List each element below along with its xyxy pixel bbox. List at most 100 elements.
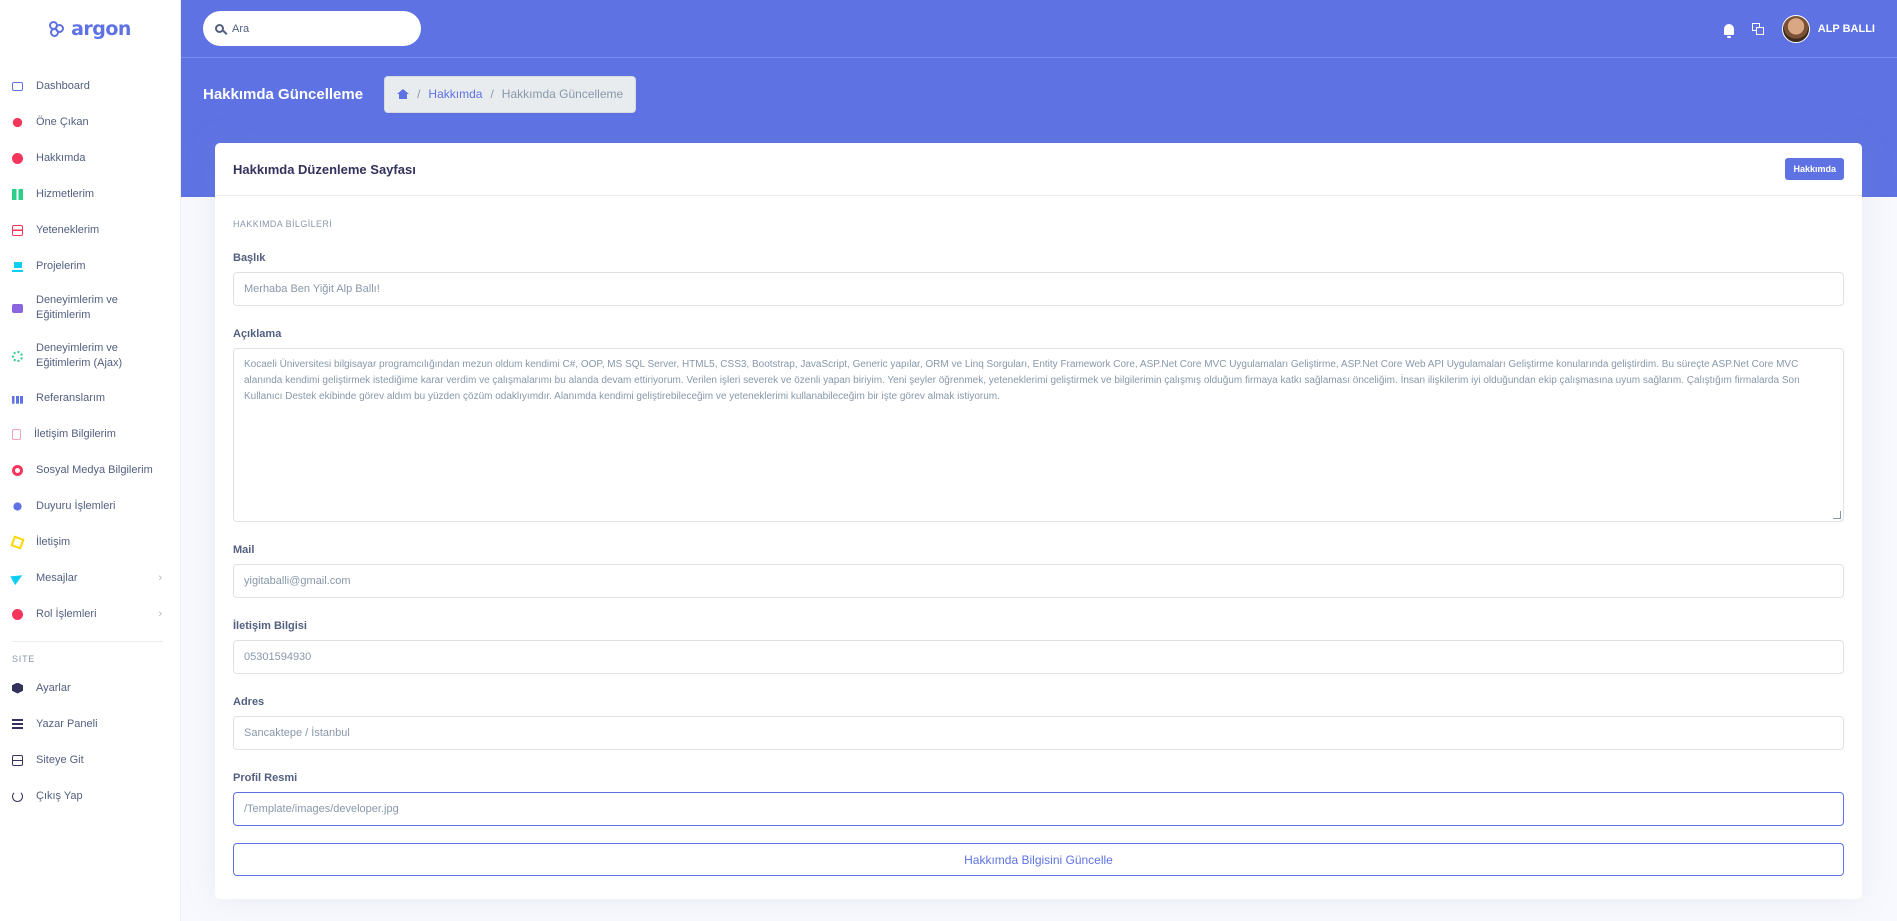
sidebar-item-label: Ayarlar	[36, 681, 71, 694]
image-field[interactable]: /Template/images/developer.jpg	[233, 792, 1844, 826]
sidebar-item-ayarlar[interactable]: Ayarlar	[0, 670, 180, 706]
sidebar-item-label: Duyuru İşlemleri	[36, 499, 116, 512]
send-icon	[10, 570, 25, 586]
sidebar-item-deneyimlerim-ajax[interactable]: Deneyimlerim ve Eğitimlerim (Ajax)	[0, 332, 180, 380]
breadcrumb-link[interactable]: Hakkımda	[428, 87, 482, 101]
topbar-actions: ALP BALLI	[1723, 0, 1875, 58]
card-title: Hakkımda Düzenleme Sayfası	[233, 161, 416, 177]
title-group: Başlık Merhaba Ben Yiğit Alp Ballı!	[233, 252, 1844, 306]
atom-icon	[12, 350, 23, 362]
sidebar-site-nav: Ayarlar Yazar Paneli Siteye Git Çıkış Ya…	[0, 670, 180, 814]
smile-icon	[12, 152, 23, 164]
sidebar-section-title: SITE	[12, 654, 36, 664]
contact-field[interactable]: 05301594930	[233, 640, 1844, 674]
description-group: Açıklama Kocaeli Üniversitesi bilgisayar…	[233, 328, 1844, 522]
sidebar-item-label: Deneyimlerim ve Eğitimlerim (Ajax)	[36, 342, 123, 369]
sidebar-item-label: İletişim Bilgilerim	[34, 427, 116, 440]
address-field[interactable]: Sancaktepe / İstanbul	[233, 716, 1844, 750]
mail-group: Mail yigitaballi@gmail.com	[233, 544, 1844, 598]
chevron-right-icon: ›	[158, 572, 162, 584]
bars-icon	[12, 188, 23, 200]
sidebar-item-one-cikan[interactable]: Öne Çıkan	[0, 104, 180, 140]
breadcrumb-separator: /	[417, 87, 421, 101]
argon-logo-icon	[49, 21, 65, 37]
sidebar-item-yazar-paneli[interactable]: Yazar Paneli	[0, 706, 180, 742]
address-group: Adres Sancaktepe / İstanbul	[233, 696, 1844, 750]
briefcase-icon	[12, 303, 23, 313]
sidebar-item-yeteneklerim[interactable]: Yeteneklerim	[0, 212, 180, 248]
sidebar-item-iletisim[interactable]: İletişim	[0, 524, 180, 560]
brand-name: argon	[71, 18, 131, 40]
contact-group: İletişim Bilgisi 05301594930	[233, 620, 1844, 674]
windows-icon[interactable]	[1751, 23, 1764, 35]
sidebar-item-label: Deneyimlerim ve Eğitimlerim	[36, 294, 118, 321]
sidebar-item-label: Hizmetlerim	[36, 187, 95, 200]
avatar	[1781, 15, 1810, 43]
sidebar-item-label: Projelerim	[36, 259, 86, 272]
sidebar-item-cikis[interactable]: Çıkış Yap	[0, 778, 180, 814]
bulb-icon	[13, 501, 22, 511]
sidebar-item-projelerim[interactable]: Projelerim	[0, 248, 180, 284]
sidebar-item-sosyal-medya[interactable]: Sosyal Medya Bilgilerim	[0, 452, 180, 488]
page-head: Hakkımda Güncelleme / Hakkımda / Hakkımd…	[181, 58, 1897, 130]
breadcrumb: / Hakkımda / Hakkımda Güncelleme	[384, 75, 637, 113]
mail-field[interactable]: yigitaballi@gmail.com	[233, 564, 1844, 598]
sidebar-item-label: Hakkımda	[36, 151, 86, 164]
breadcrumb-separator: /	[490, 87, 494, 101]
monitor-icon	[12, 81, 23, 91]
sidebar-item-dashboard[interactable]: Dashboard	[0, 68, 180, 104]
sidebar-item-hizmetlerim[interactable]: Hizmetlerim	[0, 176, 180, 212]
bell-icon[interactable]	[1723, 23, 1734, 38]
sidebar-item-hakkimda[interactable]: Hakkımda	[0, 140, 180, 176]
hakkimda-button[interactable]: Hakkımda	[1785, 158, 1844, 180]
sidebar-item-label: Rol İşlemleri	[36, 607, 97, 620]
sidebar-item-deneyimlerim[interactable]: Deneyimlerim ve Eğitimlerim	[0, 284, 180, 332]
planet-icon	[12, 117, 23, 127]
settings-icon	[12, 682, 23, 694]
form-section-title: HAKKIMDA BİLGİLERİ	[233, 219, 333, 229]
title-label: Başlık	[233, 252, 266, 264]
palette-icon	[12, 464, 23, 476]
search-input[interactable]: Ara	[232, 23, 249, 35]
grid-icon	[12, 224, 23, 236]
brand-logo[interactable]: argon	[0, 0, 180, 58]
home-icon[interactable]	[397, 89, 410, 99]
search-box[interactable]: Ara	[203, 11, 421, 46]
sidebar-item-duyuru[interactable]: Duyuru İşlemleri	[0, 488, 180, 524]
description-label: Açıklama	[233, 328, 282, 340]
list-icon	[12, 718, 23, 730]
sidebar-item-label: Sosyal Medya Bilgilerim	[36, 463, 153, 476]
resize-handle-icon[interactable]	[1833, 511, 1841, 519]
laptop-icon	[12, 260, 23, 272]
sidebar-item-label: Siteye Git	[36, 753, 84, 766]
sidebar-item-label: Dashboard	[36, 79, 90, 92]
user-icon	[12, 608, 23, 620]
sidebar-divider	[12, 641, 163, 642]
sidebar: argon Dashboard Öne Çıkan Hakkımda Hizme…	[0, 0, 181, 921]
topbar: Ara ALP BALLI	[181, 0, 1897, 58]
description-textarea[interactable]: Kocaeli Üniversitesi bilgisayar programc…	[233, 348, 1844, 522]
sidebar-item-label: İletişim	[36, 535, 71, 548]
sidebar-item-siteye-git[interactable]: Siteye Git	[0, 742, 180, 778]
paper-icon	[10, 534, 25, 550]
tablet-icon	[12, 428, 21, 440]
sidebar-item-iletisim-bilgilerim[interactable]: İletişim Bilgilerim	[0, 416, 180, 452]
sidebar-item-mesajlar[interactable]: Mesajlar ›	[0, 560, 180, 596]
contact-label: İletişim Bilgisi	[233, 620, 307, 632]
page-title: Hakkımda Güncelleme	[203, 85, 364, 103]
sidebar-item-label: Mesajlar	[36, 571, 78, 584]
update-button[interactable]: Hakkımda Bilgisini Güncelle	[233, 843, 1844, 876]
sidebar-item-label: Yeteneklerim	[36, 223, 100, 236]
title-field[interactable]: Merhaba Ben Yiğit Alp Ballı!	[233, 272, 1844, 306]
user-menu[interactable]: ALP BALLI	[1781, 15, 1875, 43]
sidebar-item-label: Referanslarım	[36, 391, 106, 404]
power-icon	[12, 790, 23, 802]
sidebar-item-rol-islemleri[interactable]: Rol İşlemleri ›	[0, 596, 180, 632]
chevron-right-icon: ›	[158, 608, 162, 620]
card-body: HAKKIMDA BİLGİLERİ Başlık Merhaba Ben Yi…	[215, 219, 1862, 876]
search-icon	[215, 24, 224, 33]
sidebar-item-referanslarim[interactable]: Referanslarım	[0, 380, 180, 416]
mail-label: Mail	[233, 544, 255, 556]
building-icon	[12, 754, 23, 766]
sidebar-item-label: Yazar Paneli	[36, 717, 98, 730]
